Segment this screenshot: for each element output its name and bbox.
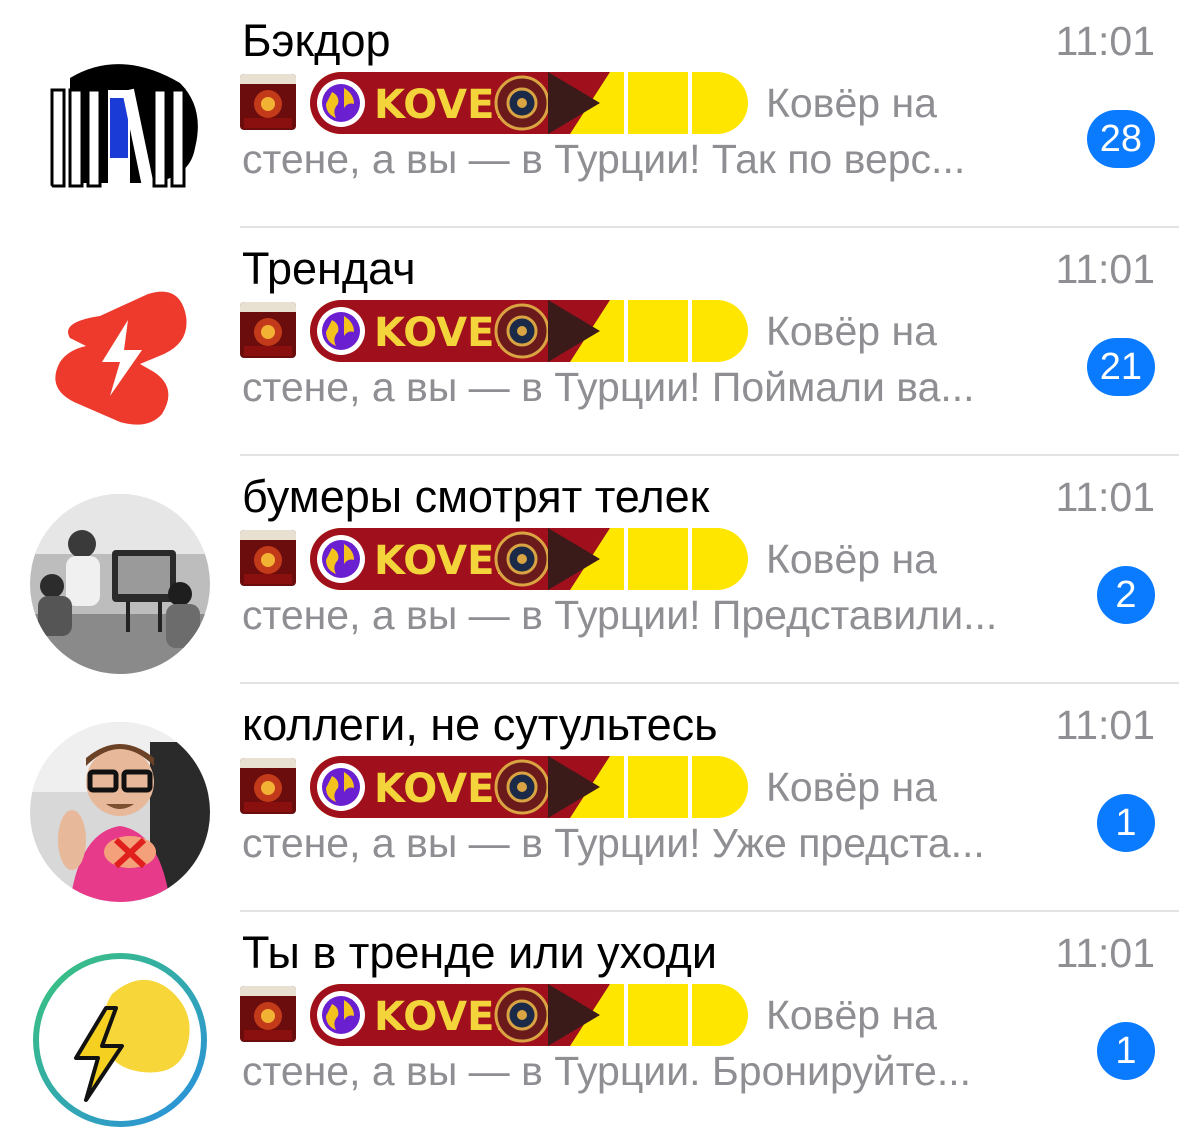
lightning-yellow-icon [30,950,210,1127]
kover-banner: KOVER [310,984,748,1046]
kover-thumb-icon [240,530,296,586]
kover-banner: KOVER [310,528,748,590]
chat-row-trend[interactable]: Ты в тренде или уходи 11:01 KOVER Ковёр … [0,912,1179,1127]
preview-rest: стене, а вы — в Турции! Так по верс... [242,136,966,182]
chat-time: 11:01 [1055,474,1155,520]
chat-title: Бэкдор [242,15,391,66]
unread-badge: 1 [1097,794,1155,852]
preview-rest: стене, а вы — в Турции! Поймали ва... [242,364,975,410]
preview-start: Ковёр на [766,536,937,582]
unread-badge: 21 [1086,338,1155,396]
chat-title: Трендач [242,243,416,294]
kover-banner: KOVER [310,72,748,134]
chat-row-backdoor[interactable]: Бэкдор 11:01 KOVER Ковёр на стене, а вы … [0,0,1179,228]
unread-badge: 28 [1086,110,1155,168]
kover-thumb-icon [240,986,296,1042]
chat-title: бумеры смотрят телек [242,471,710,522]
chat-preview: KOVER Ковёр на [240,984,1060,1048]
preview-start: Ковёр на [766,764,937,810]
preview-rest: стене, а вы — в Турции. Бронируйте... [242,1048,971,1094]
chat-time: 11:01 [1055,246,1155,292]
preview-start: Ковёр на [766,80,937,126]
chat-preview: KOVER Ковёр на [240,72,1060,136]
kover-banner: KOVER [310,756,748,818]
kover-thumb-icon [240,74,296,130]
kover-banner: KOVER [310,300,748,362]
chat-preview: KOVER Ковёр на [240,528,1060,592]
preview-start: Ковёр на [766,308,937,354]
preview-start: Ковёр на [766,992,937,1038]
chat-preview: KOVER Ковёр на [240,300,1060,364]
kover-thumb-icon [240,758,296,814]
chat-time: 11:01 [1055,18,1155,64]
backdoor-logo-icon [30,38,210,218]
tv-photo-avatar [30,494,210,674]
chat-row-trendach[interactable]: Трендач 11:01 KOVER Ковёр на стене, а вы… [0,228,1179,456]
shorts-lightning-icon [30,266,210,446]
chat-time: 11:01 [1055,930,1155,976]
preview-rest: стене, а вы — в Турции! Представили... [242,592,998,638]
unread-badge: 2 [1097,566,1155,624]
chat-title: Ты в тренде или уходи [242,927,718,978]
preview-rest: стене, а вы — в Турции! Уже предста... [242,820,985,866]
person-photo-avatar [30,722,210,902]
chat-row-colleagues[interactable]: коллеги, не сутультесь 11:01 KOVER Ковёр… [0,684,1179,912]
chat-list: Бэкдор 11:01 KOVER Ковёр на стене, а вы … [0,0,1179,1127]
chat-title: коллеги, не сутультесь [242,699,718,750]
chat-preview: KOVER Ковёр на [240,756,1060,820]
chat-row-boomers[interactable]: бумеры смотрят телек 11:01 KOVER Ковёр н… [0,456,1179,684]
kover-thumb-icon [240,302,296,358]
unread-badge: 1 [1097,1022,1155,1080]
chat-time: 11:01 [1055,702,1155,748]
